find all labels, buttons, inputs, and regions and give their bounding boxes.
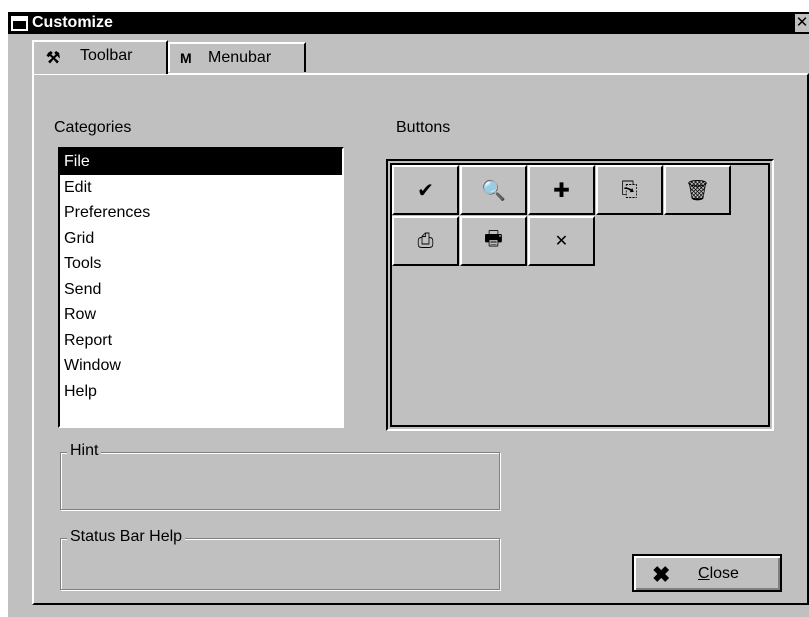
list-item[interactable]: File	[60, 149, 342, 175]
add-icon[interactable]: ✚	[528, 165, 595, 215]
toolbar-tab-panel: Categories Buttons File Edit Preferences…	[32, 73, 809, 605]
toolbar-tab-icon: ⚒	[46, 50, 61, 67]
list-item[interactable]: Send	[60, 277, 342, 303]
tab-toolbar[interactable]: ⚒ Toolbar	[32, 40, 168, 74]
menubar-tab-icon: M	[180, 50, 192, 66]
close-x-icon[interactable]: ✕	[528, 216, 595, 266]
print-icon[interactable]: 🖶	[460, 216, 527, 266]
list-item[interactable]: Report	[60, 328, 342, 354]
status-bar-help-label: Status Bar Help	[67, 528, 186, 546]
categories-label: Categories	[54, 119, 132, 136]
categories-list[interactable]: File Edit Preferences Grid Tools Send Ro…	[58, 147, 344, 428]
find-icon[interactable]: 🔍	[460, 165, 527, 215]
list-item[interactable]: Window	[60, 353, 342, 379]
buttons-palette-inner: ✔ 🔍 ✚ ⎘ 🗑 ⎙ 🖶 ✕	[390, 163, 770, 427]
list-item[interactable]: Tools	[60, 251, 342, 277]
tab-menubar[interactable]: M Menubar	[168, 42, 306, 72]
buttons-palette: ✔ 🔍 ✚ ⎘ 🗑 ⎙ 🖶 ✕	[386, 159, 774, 431]
close-button-label: Close	[698, 565, 739, 582]
system-menu-icon[interactable]	[11, 16, 28, 31]
list-item[interactable]: Row	[60, 302, 342, 328]
hint-group: Hint	[60, 442, 500, 510]
window-title: Customize	[32, 14, 113, 31]
list-item[interactable]: Edit	[60, 175, 342, 201]
print-setup-icon[interactable]: ⎙	[392, 216, 459, 266]
status-bar-help-group: Status Bar Help	[60, 528, 500, 590]
hint-label: Hint	[67, 442, 102, 460]
check-icon[interactable]: ✔	[392, 165, 459, 215]
tab-menubar-label: Menubar	[208, 49, 272, 66]
title-bar: Customize ✕	[8, 12, 809, 34]
copy-icon[interactable]: ⎘	[596, 165, 663, 215]
customize-dialog: Customize ✕ ⚒ Toolbar M Menubar Categori…	[8, 12, 809, 617]
list-item[interactable]: Grid	[60, 226, 342, 252]
window-close-icon[interactable]: ✕	[795, 14, 809, 32]
close-button[interactable]: ✖ Close	[632, 554, 782, 592]
close-icon: ✖	[652, 562, 671, 587]
list-item[interactable]: Help	[60, 379, 342, 405]
delete-icon[interactable]: 🗑	[664, 165, 731, 215]
list-item[interactable]: Preferences	[60, 200, 342, 226]
buttons-label: Buttons	[396, 119, 451, 136]
tab-toolbar-label: Toolbar	[80, 47, 133, 64]
